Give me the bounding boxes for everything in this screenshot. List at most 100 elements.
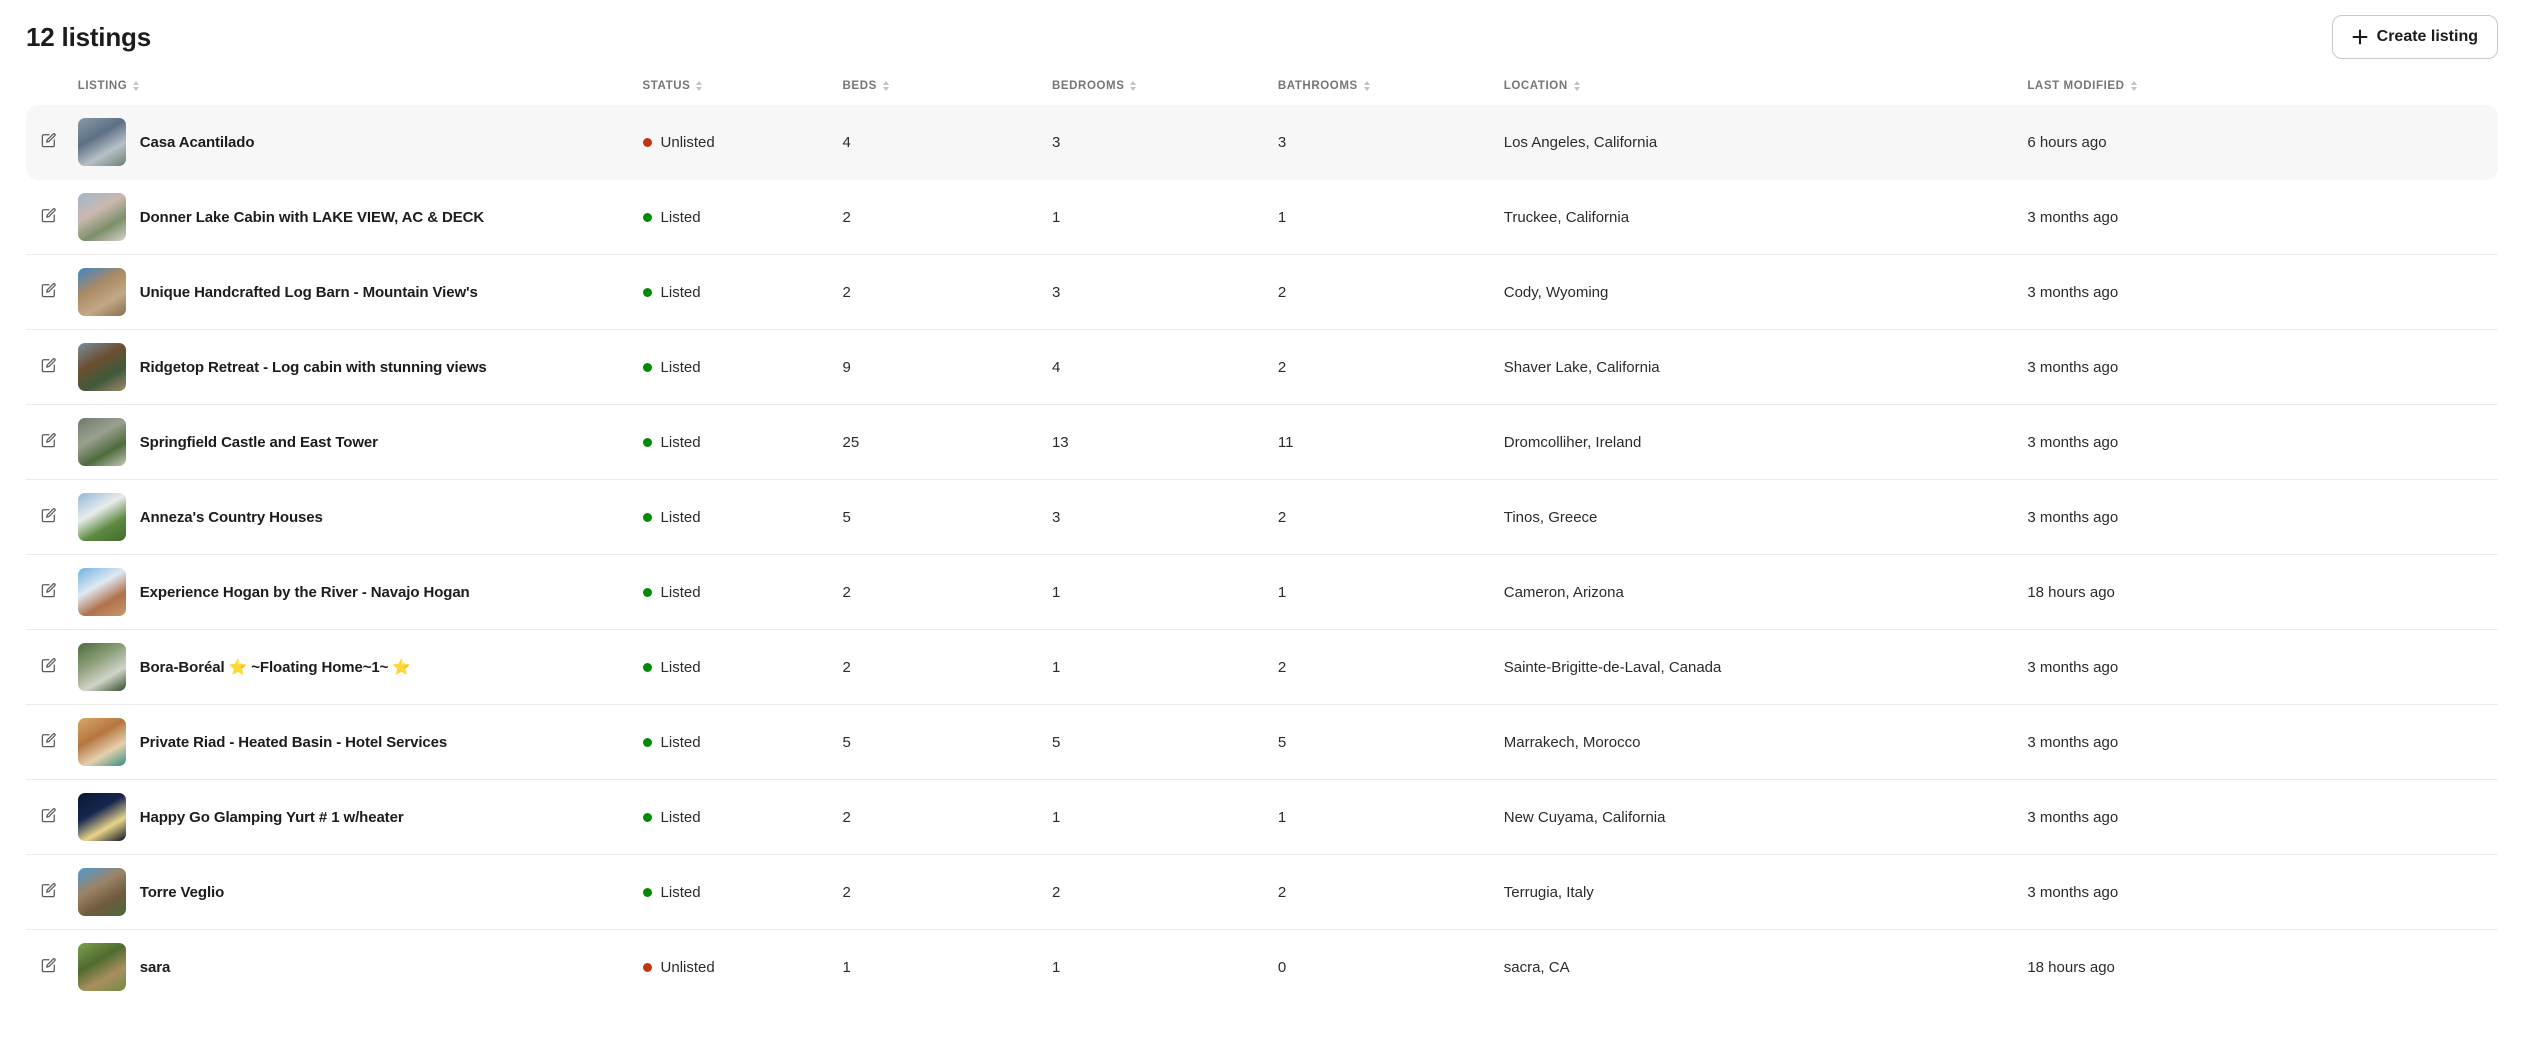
edit-pencil-icon[interactable] — [40, 207, 57, 224]
listing-title[interactable]: Ridgetop Retreat - Log cabin with stunni… — [140, 359, 487, 376]
bathrooms-value: 11 — [1277, 433, 1294, 451]
listing-cell[interactable]: Private Riad - Heated Basin - Hotel Serv… — [77, 704, 643, 780]
edit-listing-cell[interactable] — [26, 104, 78, 180]
edit-listing-cell[interactable] — [26, 779, 78, 855]
listing-cell[interactable]: Anneza's Country Houses — [77, 479, 643, 555]
location-value-cell: Cameron, Arizona — [1503, 554, 2028, 630]
listing-title[interactable]: Happy Go Glamping Yurt # 1 w/heater — [140, 809, 404, 826]
bedrooms-value: 13 — [1051, 433, 1069, 451]
listing-cell[interactable]: Bora-Boréal ⭐ ~Floating Home~1~ ⭐ — [77, 629, 643, 705]
listing-title[interactable]: Bora-Boréal ⭐ ~Floating Home~1~ ⭐ — [140, 658, 411, 676]
create-listing-button[interactable]: Create listing — [2331, 15, 2498, 59]
last-modified-value: 6 hours ago — [2027, 133, 2107, 151]
listing-cell-inner: Bora-Boréal ⭐ ~Floating Home~1~ ⭐ — [77, 643, 643, 691]
edit-pencil-icon[interactable] — [40, 282, 57, 299]
table-row[interactable]: Ridgetop Retreat - Log cabin with stunni… — [26, 329, 2498, 405]
beds-value: 1 — [842, 958, 851, 976]
column-header-bathrooms-inner[interactable]: BATHROOMS — [1278, 80, 1370, 92]
sort-arrows-icon[interactable] — [2130, 81, 2137, 91]
sort-arrows-icon[interactable] — [133, 81, 140, 91]
column-header-modified[interactable]: LAST MODIFIED — [2027, 74, 2498, 105]
status-dot-icon — [642, 962, 652, 972]
listing-cell[interactable]: Torre Veglio — [77, 854, 643, 930]
edit-pencil-icon[interactable] — [40, 507, 57, 524]
edit-pencil-icon[interactable] — [40, 582, 57, 599]
beds-value-cell: 4 — [842, 104, 1052, 180]
edit-pencil-icon[interactable] — [40, 657, 57, 674]
listing-title[interactable]: Unique Handcrafted Log Barn - Mountain V… — [140, 284, 478, 301]
listing-thumbnail — [77, 793, 126, 841]
listing-cell[interactable]: Happy Go Glamping Yurt # 1 w/heater — [77, 779, 643, 855]
bathrooms-value-cell: 2 — [1277, 479, 1504, 555]
location-value-cell: Los Angeles, California — [1503, 104, 2028, 180]
listing-title[interactable]: sara — [140, 959, 171, 976]
bathrooms-value: 1 — [1277, 208, 1287, 226]
column-header-status-inner[interactable]: STATUS — [643, 80, 703, 92]
listing-cell[interactable]: Casa Acantilado — [77, 104, 643, 180]
table-row[interactable]: Happy Go Glamping Yurt # 1 w/heater Liste… — [26, 779, 2498, 855]
bedrooms-value: 3 — [1051, 133, 1061, 151]
column-header-listing-inner[interactable]: LISTING — [78, 80, 140, 92]
edit-listing-cell[interactable] — [26, 704, 78, 780]
sort-arrows-icon[interactable] — [1130, 81, 1137, 91]
listing-cell[interactable]: sara — [77, 929, 643, 1005]
edit-listing-cell[interactable] — [26, 929, 78, 1005]
listing-cell[interactable]: Ridgetop Retreat - Log cabin with stunni… — [77, 329, 643, 405]
edit-listing-cell[interactable] — [26, 329, 78, 405]
column-header-location-inner[interactable]: LOCATION — [1504, 80, 1580, 92]
sort-arrows-icon[interactable] — [882, 81, 889, 91]
sort-arrows-icon[interactable] — [1363, 81, 1370, 91]
beds-value: 4 — [842, 133, 851, 151]
bedrooms-value: 3 — [1051, 283, 1061, 301]
edit-listing-cell[interactable] — [26, 629, 78, 705]
table-row[interactable]: Donner Lake Cabin with LAKE VIEW, AC & D… — [26, 180, 2498, 255]
table-row[interactable]: Private Riad - Heated Basin - Hotel Serv… — [26, 704, 2498, 780]
status-cell: Unlisted — [642, 104, 843, 180]
edit-pencil-icon[interactable] — [40, 957, 57, 974]
column-header-bedrooms-inner[interactable]: BEDROOMS — [1052, 80, 1137, 92]
edit-pencil-icon[interactable] — [40, 357, 57, 374]
listing-cell[interactable]: Unique Handcrafted Log Barn - Mountain V… — [77, 254, 643, 330]
edit-pencil-icon[interactable] — [40, 807, 57, 824]
sort-arrows-icon[interactable] — [696, 81, 703, 91]
listing-title[interactable]: Torre Veglio — [140, 884, 224, 901]
listing-cell[interactable]: Experience Hogan by the River - Navajo H… — [77, 554, 643, 630]
edit-pencil-icon[interactable] — [40, 432, 57, 449]
column-header-status[interactable]: STATUS — [643, 74, 843, 105]
column-header-beds-inner[interactable]: BEDS — [843, 80, 889, 92]
column-header-modified-inner[interactable]: LAST MODIFIED — [2027, 80, 2137, 92]
sort-arrows-icon[interactable] — [1573, 81, 1580, 91]
edit-listing-cell[interactable] — [26, 554, 78, 630]
edit-listing-cell[interactable] — [26, 479, 78, 555]
table-row[interactable]: Bora-Boréal ⭐ ~Floating Home~1~ ⭐ Listed 2… — [26, 629, 2498, 705]
table-row[interactable]: sara Unlisted 1 1 0 sacra, CA 18 hours ago — [26, 929, 2498, 1005]
edit-listing-cell[interactable] — [26, 180, 78, 255]
edit-pencil-icon[interactable] — [40, 882, 57, 899]
listing-cell[interactable]: Donner Lake Cabin with LAKE VIEW, AC & D… — [77, 180, 643, 255]
beds-value: 2 — [842, 583, 851, 601]
listing-title[interactable]: Private Riad - Heated Basin - Hotel Serv… — [140, 734, 447, 751]
column-header-beds[interactable]: BEDS — [843, 74, 1052, 105]
listing-title[interactable]: Anneza's Country Houses — [140, 509, 323, 526]
table-row[interactable]: Unique Handcrafted Log Barn - Mountain V… — [26, 254, 2498, 330]
listing-title[interactable]: Springfield Castle and East Tower — [140, 434, 378, 451]
listing-title[interactable]: Experience Hogan by the River - Navajo H… — [140, 584, 470, 601]
edit-listing-cell[interactable] — [26, 254, 78, 330]
edit-listing-cell[interactable] — [26, 404, 78, 480]
listing-cell[interactable]: Springfield Castle and East Tower — [77, 404, 643, 480]
table-row[interactable]: Anneza's Country Houses Listed 5 3 2 Tinos, G… — [26, 479, 2498, 555]
edit-pencil-icon[interactable] — [40, 732, 57, 749]
edit-listing-cell[interactable] — [26, 854, 78, 930]
edit-pencil-icon[interactable] — [40, 132, 57, 149]
bathrooms-value: 1 — [1277, 808, 1287, 826]
table-row[interactable]: Experience Hogan by the River - Navajo H… — [26, 554, 2498, 630]
column-header-bedrooms[interactable]: BEDROOMS — [1052, 74, 1278, 105]
column-header-bathrooms[interactable]: BATHROOMS — [1278, 74, 1504, 105]
table-row[interactable]: Springfield Castle and East Tower Listed 2… — [26, 404, 2498, 480]
column-header-listing[interactable]: LISTING — [78, 74, 643, 105]
listing-title[interactable]: Donner Lake Cabin with LAKE VIEW, AC & D… — [140, 209, 484, 226]
table-row[interactable]: Torre Veglio Listed 2 2 2 Terrugia, Italy 3 mo… — [26, 854, 2498, 930]
column-header-location[interactable]: LOCATION — [1504, 74, 2028, 105]
table-row[interactable]: Casa Acantilado Unlisted 4 3 3 Los Angeles, C… — [26, 104, 2498, 180]
listing-title[interactable]: Casa Acantilado — [140, 134, 255, 151]
